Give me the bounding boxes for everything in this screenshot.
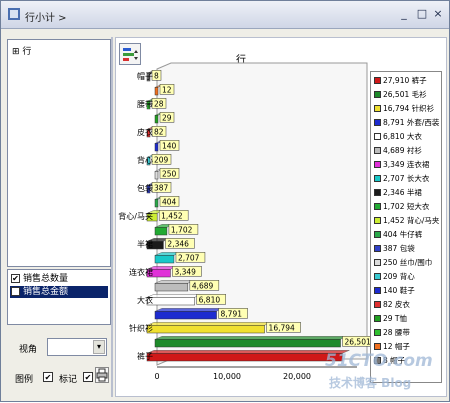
print-button[interactable] <box>95 367 109 383</box>
legend-item: 2,707 长大衣 <box>374 173 442 184</box>
legend-label: 209 背心 <box>383 272 415 281</box>
legend-item: 387 包袋 <box>374 243 442 254</box>
legend-swatch <box>374 189 381 196</box>
measure-checkbox[interactable] <box>11 287 20 296</box>
legend-swatch <box>374 301 381 308</box>
legend-item: 8,791 外套/西装 <box>374 117 442 128</box>
legend-item: 209 背心 <box>374 271 442 282</box>
chart-type-icon <box>123 48 138 61</box>
app-icon <box>8 8 20 20</box>
legend-label: 82 皮衣 <box>383 300 410 309</box>
legend-label: 6,810 大衣 <box>383 132 422 141</box>
legend-item: 6,810 大衣 <box>374 131 442 142</box>
legend-toggle-label: 图例 <box>15 375 34 385</box>
legend-label: 250 丝巾/围巾 <box>383 258 433 267</box>
app-window: 行小计 > _ □ × ⊞ 行 ✔ 销售总数量 销售总金额 视角 ▾ 图例 ✔ … <box>0 0 450 402</box>
marker-checkbox[interactable]: ✔ <box>83 372 93 382</box>
legend-item: 1,702 短大衣 <box>374 201 442 212</box>
legend-label: 27,910 裤子 <box>383 76 427 85</box>
legend-swatch <box>374 231 381 238</box>
legend-swatch <box>374 343 381 350</box>
legend-item: 250 丝巾/围巾 <box>374 257 442 268</box>
legend-label: 8,791 外套/西装 <box>383 118 440 127</box>
legend-label: 26,501 毛衫 <box>383 90 427 99</box>
legend-item: 27,910 裤子 <box>374 75 442 86</box>
measure-label: 销售总数量 <box>23 274 69 284</box>
legend-item: 29 T恤 <box>374 313 442 324</box>
window-title: 行小计 > <box>25 13 67 24</box>
view-select[interactable]: ▾ <box>47 338 107 356</box>
legend-swatch <box>374 217 381 224</box>
legend-label: 2,346 半裙 <box>383 188 422 197</box>
legend-swatch <box>374 119 381 126</box>
legend-swatch <box>374 161 381 168</box>
legend-swatch <box>374 259 381 266</box>
legend-item: 1,452 背心/马夹 <box>374 215 442 226</box>
chart-legend: 27,910 裤子 26,501 毛衫 16,794 针织衫 8,791 外套/西装 6… <box>370 71 442 383</box>
legend-item: 404 牛仔裤 <box>374 229 442 240</box>
title-bar[interactable]: 行小计 > _ □ × <box>1 1 449 29</box>
measure-checkbox[interactable]: ✔ <box>11 274 20 283</box>
legend-item: 82 皮衣 <box>374 299 442 310</box>
legend-item: 26,501 毛衫 <box>374 89 442 100</box>
legend-swatch <box>374 273 381 280</box>
legend-label: 29 T恤 <box>383 314 408 323</box>
legend-swatch <box>374 133 381 140</box>
close-button[interactable]: × <box>431 7 445 21</box>
watermark-text: 技术博客 Blog <box>329 376 412 390</box>
maximize-button[interactable]: □ <box>415 7 429 21</box>
measure-label: 销售总金额 <box>23 287 69 297</box>
legend-label: 1,702 短大衣 <box>383 202 430 211</box>
legend-swatch <box>374 315 381 322</box>
legend-swatch <box>374 105 381 112</box>
legend-swatch <box>374 175 381 182</box>
legend-swatch <box>374 147 381 154</box>
legend-item: 28 腰带 <box>374 327 442 338</box>
legend-label: 1,452 背心/马夹 <box>383 216 440 225</box>
watermark-logo: 51CTO.com <box>325 351 433 371</box>
legend-label: 16,794 针织衫 <box>383 104 435 113</box>
legend-label: 140 鞋子 <box>383 286 415 295</box>
measure-item-amount[interactable]: 销售总金额 <box>10 286 108 298</box>
legend-label: 12 帽子 <box>383 342 410 351</box>
legend-label: 387 包袋 <box>383 244 415 253</box>
chart-type-button[interactable] <box>119 43 141 65</box>
legend-checkbox[interactable]: ✔ <box>43 372 53 382</box>
legend-item: 3,349 连衣裙 <box>374 159 442 170</box>
legend-item: 2,346 半裙 <box>374 187 442 198</box>
printer-icon <box>96 368 108 382</box>
marker-toggle-label: 标记 <box>59 375 78 385</box>
legend-label: 404 牛仔裤 <box>383 230 423 239</box>
legend-swatch <box>374 245 381 252</box>
tree-root-item[interactable]: ⊞ 行 <box>12 44 31 57</box>
view-label: 视角 <box>19 345 38 355</box>
minimize-button[interactable]: _ <box>397 7 411 21</box>
legend-label: 4,689 衬衫 <box>383 146 422 155</box>
legend-swatch <box>374 203 381 210</box>
legend-swatch <box>374 287 381 294</box>
measure-item-quantity[interactable]: ✔ 销售总数量 <box>10 273 108 285</box>
measure-list[interactable]: ✔ 销售总数量 销售总金额 <box>7 269 111 325</box>
legend-label: 3,349 连衣裙 <box>383 160 430 169</box>
legend-swatch <box>374 329 381 336</box>
chevron-down-icon[interactable]: ▾ <box>93 340 105 354</box>
legend-label: 2,707 长大衣 <box>383 174 430 183</box>
legend-label: 28 腰带 <box>383 328 410 337</box>
legend-item: 4,689 衬衫 <box>374 145 442 156</box>
row-tree[interactable]: ⊞ 行 <box>7 39 111 267</box>
legend-item: 140 鞋子 <box>374 285 442 296</box>
legend-swatch <box>374 91 381 98</box>
legend-item: 16,794 针织衫 <box>374 103 442 114</box>
legend-swatch <box>374 77 381 84</box>
